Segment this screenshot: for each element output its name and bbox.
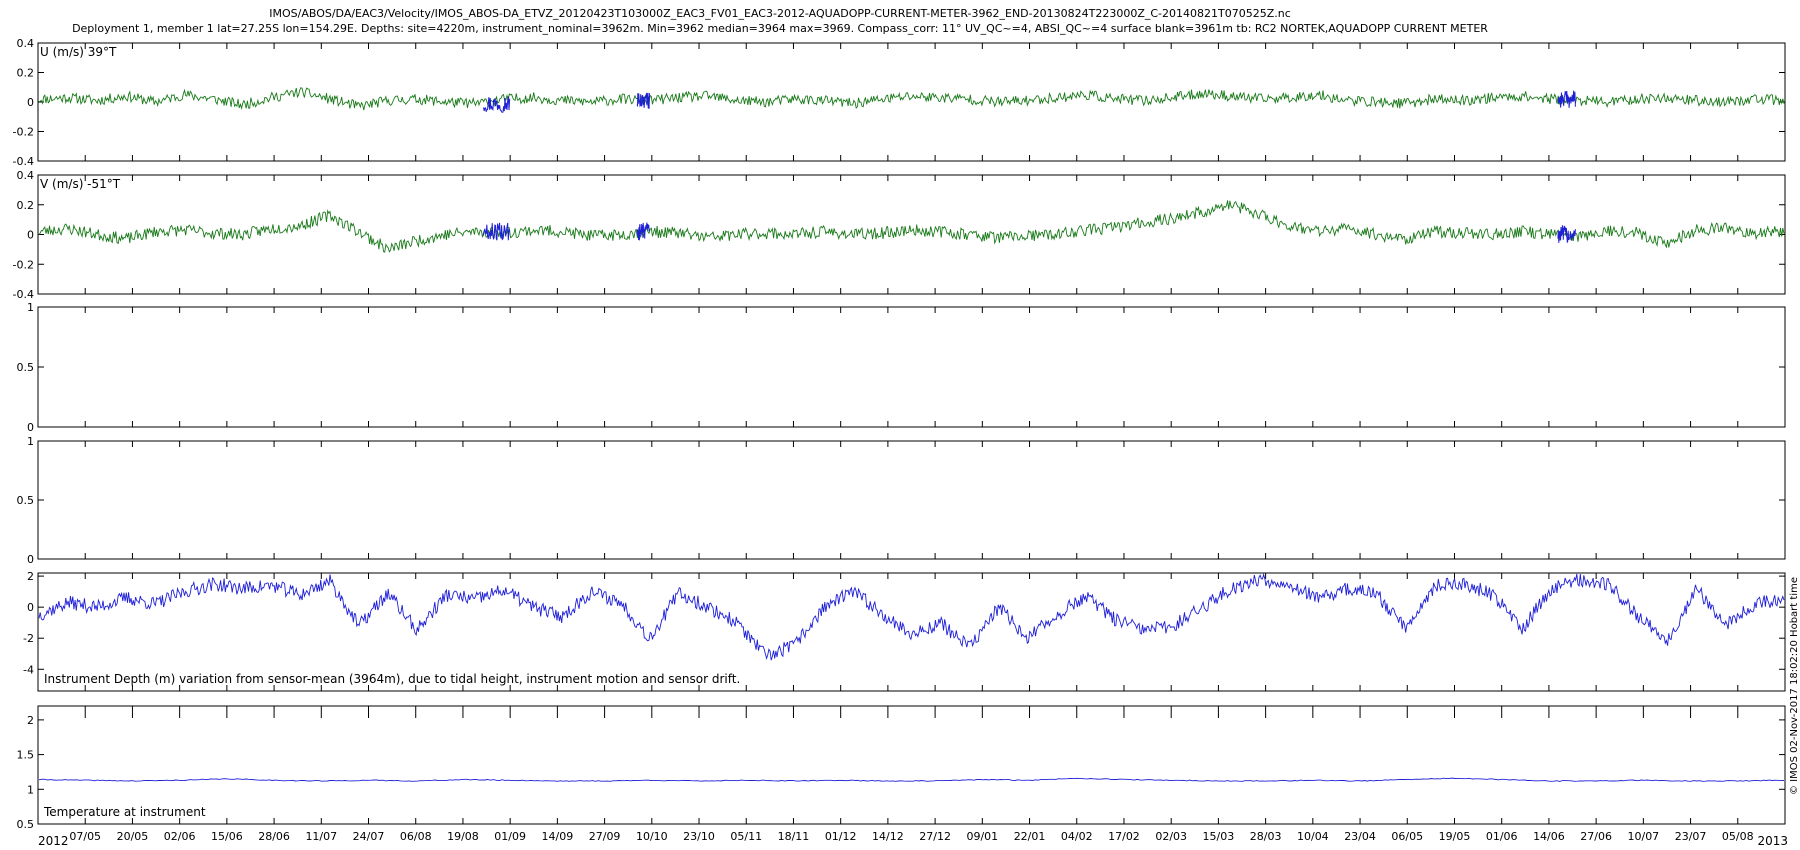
y-tick-label: 0.5 (17, 361, 35, 374)
time-axis-start-year: 2012 (38, 834, 69, 848)
x-tick-label: 01/09 (494, 830, 526, 843)
panel-u-velocity: 0.4 0.2 0 -0.2 -0.4 U (m/s) 39°T (13, 37, 1786, 168)
x-tick-label: 10/04 (1297, 830, 1329, 843)
y-tick-label: 0.5 (17, 494, 35, 507)
time-axis-end-year: 2013 (1757, 834, 1788, 848)
x-tick-label: 23/10 (683, 830, 715, 843)
panel-v-velocity: 0.4 0.2 0 -0.2 -0.4 V (m/s) -51°T (13, 169, 1786, 301)
panel-annotation: Temperature at instrument (43, 805, 206, 819)
panel-empty-2: 10.50 (17, 435, 1786, 566)
figure-title-line1: IMOS/ABOS/DA/EAC3/Velocity/IMOS_ABOS-DA_… (269, 7, 1291, 20)
x-tick-label: 14/09 (542, 830, 574, 843)
y-tick-label: 0.5 (17, 818, 35, 831)
x-tick-label: 27/09 (589, 830, 621, 843)
panel-instrument-depth: 2 0 -2 -4 Instrument Depth (m) variation fro… (23, 570, 1786, 692)
series-line-v (38, 200, 1785, 253)
qc-flagged-segment (636, 92, 650, 109)
y-tick-label: -0.4 (13, 288, 34, 301)
x-tick-label: 05/11 (730, 830, 762, 843)
series-line-temperature (38, 777, 1785, 782)
figure-title-line2: Deployment 1, member 1 lat=27.25S lon=15… (72, 22, 1488, 35)
y-tick-label: -2 (23, 632, 34, 645)
y-tick-label: 1 (27, 301, 34, 314)
x-tick-label: 09/01 (966, 830, 998, 843)
x-tick-label: 19/08 (447, 830, 479, 843)
y-tick-label: -0.2 (13, 126, 34, 139)
x-tick-label: 01/12 (825, 830, 857, 843)
y-tick-label: -0.4 (13, 155, 34, 168)
x-tick-label: 17/02 (1108, 830, 1140, 843)
x-tick-label: 15/06 (211, 830, 243, 843)
y-tick-label: 1 (27, 435, 34, 448)
x-tick-label: 04/02 (1061, 830, 1093, 843)
x-tick-label: 15/03 (1203, 830, 1235, 843)
panel-empty-1: 10.50 (17, 301, 1786, 434)
series-line-depth (38, 572, 1785, 661)
y-tick-label: 0 (27, 96, 34, 109)
x-tick-label: 14/12 (872, 830, 904, 843)
qc-flagged-segment (1557, 90, 1576, 108)
x-tick-label: 27/06 (1580, 830, 1612, 843)
y-tick-label: -4 (23, 663, 34, 676)
x-tick-label: 22/01 (1014, 830, 1046, 843)
x-tick-label: 06/08 (400, 830, 432, 843)
y-tick-label: -0.2 (13, 258, 34, 271)
x-tick-label: 07/05 (69, 830, 101, 843)
x-tick-label: 02/06 (164, 830, 196, 843)
plot-frame (37, 440, 1786, 560)
x-tick-label: 23/07 (1675, 830, 1707, 843)
y-tick-label: 0.2 (17, 199, 35, 212)
y-tick-label: 1 (27, 783, 34, 796)
x-tick-label: 27/12 (919, 830, 951, 843)
x-tick-label: 19/05 (1439, 830, 1471, 843)
x-tick-label: 02/03 (1155, 830, 1187, 843)
panel-title: U (m/s) 39°T (40, 45, 117, 59)
y-tick-label: 0.2 (17, 67, 35, 80)
y-tick-label: 0 (27, 229, 34, 242)
figure: IMOS/ABOS/DA/EAC3/Velocity/IMOS_ABOS-DA_… (13, 7, 1800, 848)
panel-title: V (m/s) -51°T (40, 177, 121, 191)
x-tick-label: 05/08 (1722, 830, 1754, 843)
x-tick-label: 23/04 (1344, 830, 1376, 843)
y-tick-label: 0.4 (17, 169, 35, 182)
x-tick-label: 06/05 (1391, 830, 1423, 843)
x-tick-label: 28/03 (1250, 830, 1282, 843)
x-tick-label: 01/06 (1486, 830, 1518, 843)
x-tick-label: 28/06 (258, 830, 290, 843)
x-tick-label: 14/06 (1533, 830, 1565, 843)
copyright-note: © IMOS 02-Nov-2017 18:02:20 Hobart time (1789, 577, 1800, 795)
y-tick-label: 0 (27, 553, 34, 566)
y-tick-label: 0 (27, 601, 34, 614)
y-tick-label: 0 (27, 421, 34, 434)
plot-frame (37, 306, 1786, 428)
y-tick-label: 1.5 (17, 749, 35, 762)
plot-frame (37, 174, 1786, 295)
plot-frame (37, 42, 1786, 162)
x-tick-label: 24/07 (353, 830, 385, 843)
x-tick-label: 20/05 (117, 830, 149, 843)
x-tick-label: 10/07 (1627, 830, 1659, 843)
panel-annotation: Instrument Depth (m) variation from sens… (44, 672, 740, 686)
time-axis: 2012 2013 07/05 20/05 02/06 15/06 28/06 11/07… (38, 830, 1788, 848)
x-tick-label: 11/07 (305, 830, 337, 843)
x-tick-label: 10/10 (636, 830, 668, 843)
y-tick-label: 2 (27, 570, 34, 583)
panel-temperature: 2 1.5 1 0.5 Temperature at instrument (17, 705, 1786, 831)
x-tick-label: 18/11 (778, 830, 810, 843)
plot-frame (37, 705, 1786, 825)
y-tick-label: 2 (27, 714, 34, 727)
y-tick-label: 0.4 (17, 37, 35, 50)
series-line-u (38, 87, 1785, 111)
